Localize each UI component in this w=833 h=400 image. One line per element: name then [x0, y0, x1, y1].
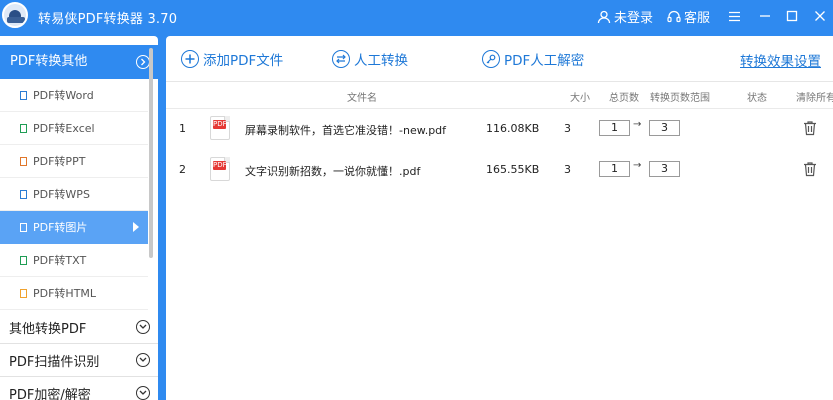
close-button[interactable] — [810, 6, 830, 26]
sidebar-group-label: PDF转换其他 — [10, 54, 88, 69]
column-header-filename: 文件名 — [347, 93, 377, 104]
minimize-icon — [760, 15, 770, 17]
toolbar: 添加PDF文件 人工转换 PDF人工解密 转换效果设置 — [166, 36, 833, 82]
conversion-settings-link[interactable]: 转换效果设置 — [740, 50, 821, 70]
txt-file-icon — [20, 255, 27, 265]
sidebar-group-label: 其他转换PDF — [9, 321, 87, 337]
main-panel: 添加PDF文件 人工转换 PDF人工解密 转换效果设置 文件名 大小 总页数 转… — [166, 36, 833, 400]
title-bar: 转易侠PDF转换器 3.70 未登录 客服 — [0, 0, 833, 33]
key-icon — [482, 50, 500, 68]
row-index: 1 — [179, 122, 186, 135]
sidebar-item-pdf-to-txt[interactable]: PDF转TXT — [0, 244, 148, 277]
service-button[interactable]: 客服 — [667, 7, 710, 26]
image-file-icon — [20, 222, 27, 232]
column-header-page-range: 转换页数范围 — [650, 93, 710, 104]
chevron-down-icon — [136, 386, 150, 400]
maximize-icon — [786, 10, 798, 22]
clear-all-button[interactable]: 清除所有 — [796, 89, 833, 104]
login-button[interactable]: 未登录 — [597, 7, 653, 26]
sidebar-item-pdf-to-wps[interactable]: PDF转WPS — [0, 178, 148, 211]
row-index: 2 — [179, 163, 186, 176]
table-row[interactable]: 1 PDF 屏幕录制软件，首选它准没错！-new.pdf 116.08KB 3 … — [166, 116, 833, 156]
sidebar-item-label: PDF转Excel — [33, 122, 95, 135]
sidebar-group-label: PDF扫描件识别 — [9, 354, 100, 370]
word-file-icon — [20, 90, 27, 100]
page-range-from-input[interactable]: 1 — [599, 161, 630, 177]
column-header-size: 大小 — [570, 93, 590, 104]
page-range-to-input[interactable]: 3 — [649, 161, 680, 177]
range-arrow: → — [633, 119, 642, 130]
sidebar-item-label: PDF转WPS — [33, 188, 90, 201]
chevron-right-icon — [136, 55, 150, 69]
page-range-from-input[interactable]: 1 — [599, 120, 630, 136]
sidebar-scrollbar[interactable] — [149, 48, 153, 258]
html-file-icon — [20, 288, 27, 298]
sidebar-item-label: PDF转图片 — [33, 221, 88, 234]
trash-icon[interactable] — [803, 161, 817, 177]
file-name: 屏幕录制软件，首选它准没错！-new.pdf — [245, 124, 447, 137]
maximize-button[interactable] — [782, 6, 802, 26]
user-icon — [597, 10, 611, 23]
file-size: 116.08KB — [486, 122, 540, 135]
caret-right-icon — [133, 222, 139, 232]
column-header-total-pages: 总页数 — [609, 93, 639, 104]
plus-icon — [181, 50, 199, 68]
headset-icon — [667, 10, 681, 22]
wps-file-icon — [20, 189, 27, 199]
manual-convert-button[interactable]: 人工转换 — [332, 48, 408, 70]
sidebar-group-pdf-scan-ocr[interactable]: PDF扫描件识别 — [0, 344, 158, 377]
convert-arrows-icon — [332, 50, 350, 68]
service-label: 客服 — [684, 11, 711, 26]
login-label: 未登录 — [614, 11, 654, 26]
pdf-badge: PDF — [213, 120, 227, 129]
file-size: 165.55KB — [486, 163, 540, 176]
sidebar: PDF转换其他 PDF转Word PDF转Excel PDF转PPT PDF转W… — [0, 36, 158, 400]
app-title: 转易侠PDF转换器 3.70 — [38, 12, 178, 27]
chevron-down-icon — [136, 320, 150, 334]
sidebar-item-label: PDF转HTML — [33, 287, 97, 300]
page-range-to-input[interactable]: 3 — [649, 120, 680, 136]
close-icon — [815, 11, 825, 21]
menu-icon — [728, 11, 740, 21]
sidebar-item-label: PDF转TXT — [33, 254, 87, 267]
menu-button[interactable] — [724, 6, 744, 26]
pdf-badge: PDF — [213, 161, 227, 170]
sidebar-item-pdf-to-image[interactable]: PDF转图片 — [0, 211, 148, 244]
sidebar-item-label: PDF转Word — [33, 89, 94, 102]
sidebar-item-label: PDF转PPT — [33, 155, 86, 168]
sidebar-item-pdf-to-html[interactable]: PDF转HTML — [0, 277, 148, 310]
excel-file-icon — [20, 123, 27, 133]
column-header-status: 状态 — [747, 93, 767, 104]
chevron-down-icon — [136, 353, 150, 367]
trash-icon[interactable] — [803, 120, 817, 136]
sidebar-group-other-to-pdf[interactable]: 其他转换PDF — [0, 311, 158, 344]
header-divider — [166, 108, 833, 109]
pdf-decrypt-label: PDF人工解密 — [504, 53, 585, 69]
add-pdf-file-label: 添加PDF文件 — [203, 53, 284, 69]
add-pdf-file-button[interactable]: 添加PDF文件 — [181, 48, 283, 70]
sidebar-item-pdf-to-excel[interactable]: PDF转Excel — [0, 112, 148, 145]
table-row[interactable]: 2 PDF 文字识别新招数，一说你就懂！.pdf 165.55KB 3 1 → … — [166, 157, 833, 197]
total-pages: 3 — [564, 122, 571, 135]
sidebar-group-label: PDF加密/解密 — [9, 387, 91, 400]
sidebar-group-pdf-encrypt-decrypt[interactable]: PDF加密/解密 — [0, 377, 158, 400]
manual-convert-label: 人工转换 — [354, 53, 408, 69]
sidebar-item-pdf-to-word[interactable]: PDF转Word — [0, 79, 148, 112]
pdf-file-icon: PDF — [210, 157, 230, 181]
app-logo — [2, 2, 28, 28]
pdf-decrypt-button[interactable]: PDF人工解密 — [482, 48, 584, 70]
range-arrow: → — [633, 160, 642, 171]
sidebar-group-pdf-convert-other[interactable]: PDF转换其他 — [0, 45, 158, 79]
total-pages: 3 — [564, 163, 571, 176]
sidebar-item-pdf-to-ppt[interactable]: PDF转PPT — [0, 145, 148, 178]
file-name: 文字识别新招数，一说你就懂！.pdf — [245, 165, 421, 178]
ppt-file-icon — [20, 156, 27, 166]
minimize-button[interactable] — [755, 6, 775, 26]
pdf-file-icon: PDF — [210, 116, 230, 140]
